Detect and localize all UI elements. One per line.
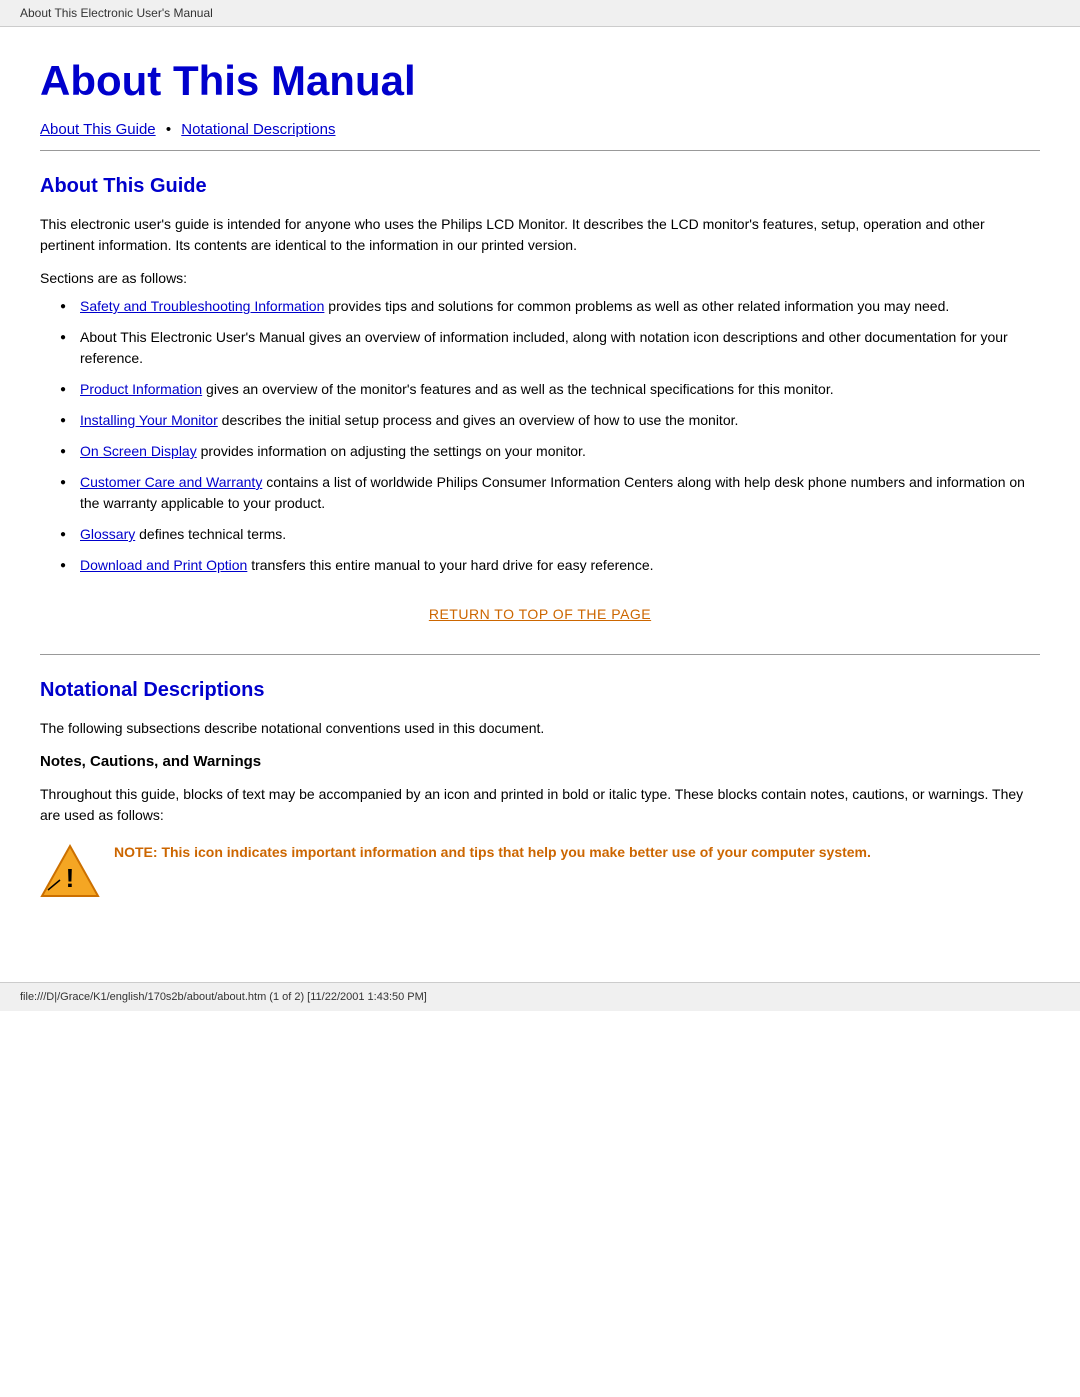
list-item: Safety and Troubleshooting Information p…	[60, 296, 1040, 317]
safety-troubleshooting-link[interactable]: Safety and Troubleshooting Information	[80, 298, 324, 314]
section2-intro: The following subsections describe notat…	[40, 718, 1040, 739]
note-box: ! NOTE: This icon indicates important in…	[40, 842, 1040, 902]
footer-text: file:///D|/Grace/K1/english/170s2b/about…	[20, 991, 427, 1003]
section2-title: Notational Descriptions	[40, 679, 1040, 702]
list-item: Download and Print Option transfers this…	[60, 555, 1040, 576]
note-icon: !	[40, 842, 100, 902]
list-item: Installing Your Monitor describes the in…	[60, 410, 1040, 431]
list-item: Glossary defines technical terms.	[60, 524, 1040, 545]
note-text: NOTE: This icon indicates important info…	[114, 842, 871, 863]
sections-list: Safety and Troubleshooting Information p…	[40, 296, 1040, 576]
browser-top-bar: About This Electronic User's Manual	[0, 0, 1080, 27]
on-screen-display-link[interactable]: On Screen Display	[80, 443, 197, 459]
browser-top-bar-text: About This Electronic User's Manual	[20, 6, 213, 20]
section-about-this-guide: About This Guide This electronic user's …	[40, 175, 1040, 624]
return-to-top-link[interactable]: RETURN TO TOP OF THE PAGE	[429, 606, 651, 622]
middle-divider	[40, 654, 1040, 655]
glossary-link[interactable]: Glossary	[80, 526, 135, 542]
svg-text:!: !	[66, 863, 75, 893]
nav-separator: •	[166, 121, 171, 138]
nav-link-notational-descriptions[interactable]: Notational Descriptions	[181, 121, 335, 138]
list-item: Customer Care and Warranty contains a li…	[60, 472, 1040, 514]
nav-link-about-this-guide[interactable]: About This Guide	[40, 121, 156, 138]
section1-intro: This electronic user's guide is intended…	[40, 214, 1040, 256]
list-item: On Screen Display provides information o…	[60, 441, 1040, 462]
footer-bar: file:///D|/Grace/K1/english/170s2b/about…	[0, 982, 1080, 1011]
section-notational-descriptions: Notational Descriptions The following su…	[40, 679, 1040, 902]
content-area: About This Manual About This Guide • Not…	[0, 27, 1080, 942]
nav-links: About This Guide • Notational Descriptio…	[40, 121, 1040, 138]
top-divider	[40, 150, 1040, 151]
list-item: About This Electronic User's Manual give…	[60, 327, 1040, 369]
notes-cautions-title: Notes, Cautions, and Warnings	[40, 753, 1040, 770]
notes-intro: Throughout this guide, blocks of text ma…	[40, 784, 1040, 826]
list-item: Product Information gives an overview of…	[60, 379, 1040, 400]
installing-monitor-link[interactable]: Installing Your Monitor	[80, 412, 218, 428]
page-title: About This Manual	[40, 57, 1040, 105]
download-print-link[interactable]: Download and Print Option	[80, 557, 247, 573]
sections-label: Sections are as follows:	[40, 270, 1040, 286]
product-information-link[interactable]: Product Information	[80, 381, 202, 397]
section1-title: About This Guide	[40, 175, 1040, 198]
return-link-container: RETURN TO TOP OF THE PAGE	[40, 606, 1040, 624]
customer-care-warranty-link[interactable]: Customer Care and Warranty	[80, 474, 262, 490]
